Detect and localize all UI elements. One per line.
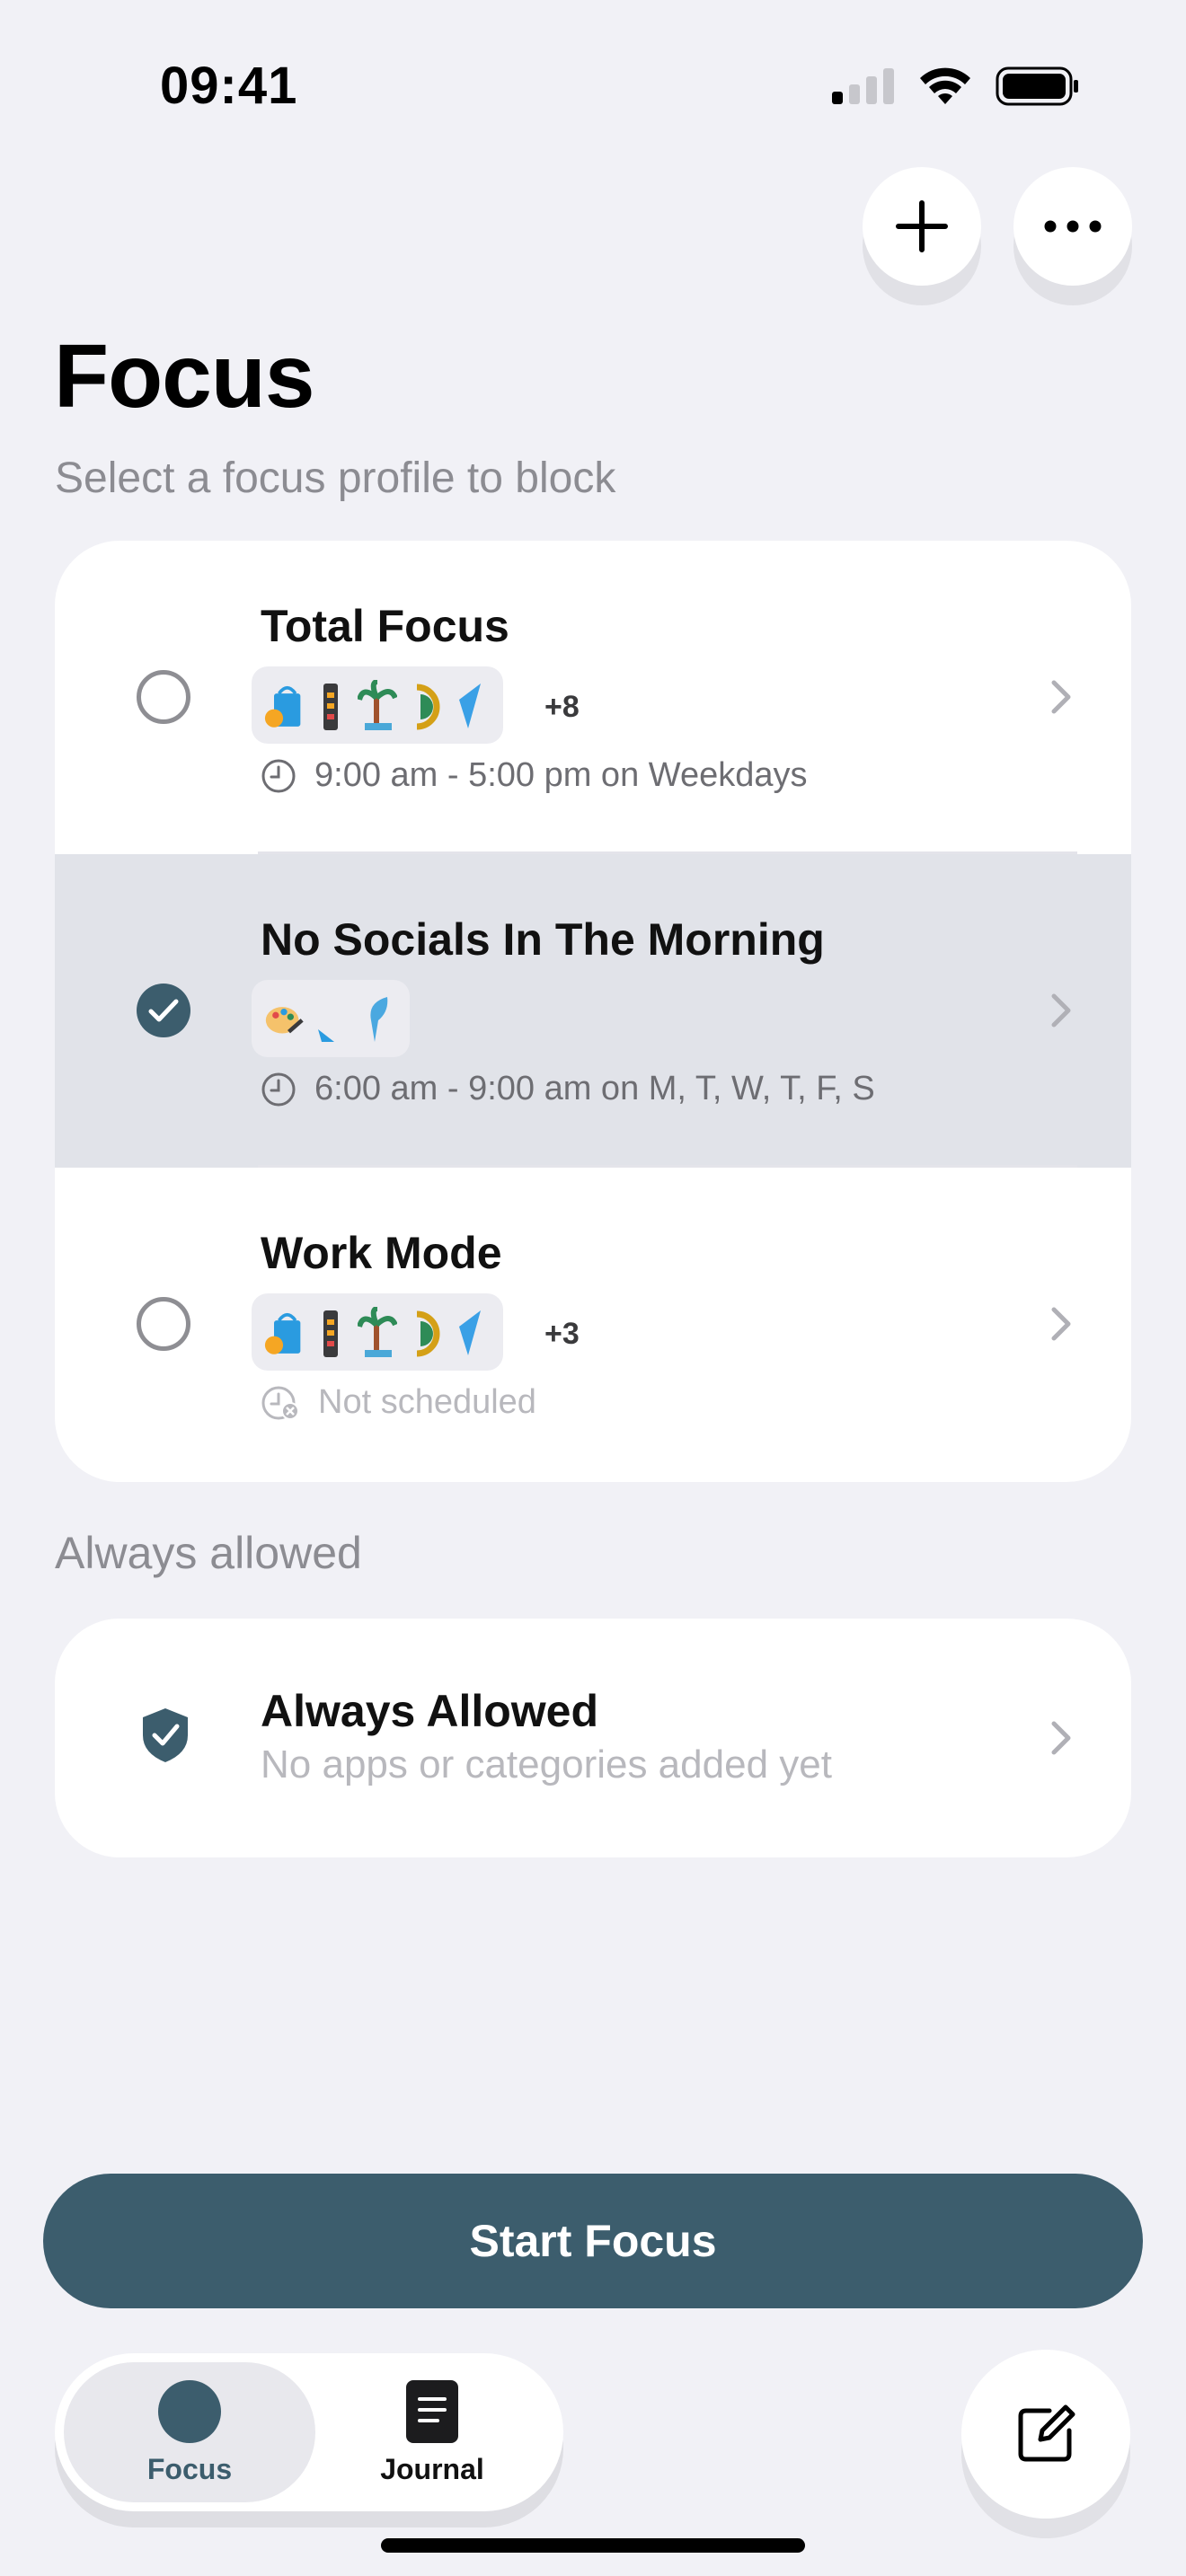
radio-checked[interactable] — [137, 984, 190, 1037]
shield-check-icon — [143, 1708, 188, 1762]
compose-icon — [1018, 2404, 1075, 2462]
chevron-right-icon — [1051, 1307, 1071, 1341]
globe-app-icon — [404, 1307, 444, 1357]
tall-building-app-icon — [311, 680, 350, 730]
checkmark-icon — [148, 999, 179, 1022]
chevron-right-icon — [1051, 993, 1071, 1028]
cellular-signal-icon — [832, 68, 894, 104]
blue-pin-app-icon — [358, 993, 397, 1044]
chevron-right-icon — [1051, 1721, 1071, 1755]
clock-unscheduled-icon — [261, 1386, 299, 1420]
compose-button[interactable] — [961, 2350, 1130, 2519]
focus-circle-icon — [158, 2379, 221, 2443]
blocked-apps-preview — [252, 1293, 503, 1371]
profile-row-work-mode[interactable]: Work Mode +3 Not scheduled — [55, 1168, 1131, 1481]
apps-extra-count: +8 — [544, 690, 580, 724]
profile-schedule: 9:00 am - 5:00 pm on Weekdays — [261, 756, 807, 795]
palm-tree-app-icon — [358, 1307, 397, 1357]
schedule-text: 6:00 am - 9:00 am on M, T, W, T, F, S — [314, 1070, 875, 1107]
chevron-right-icon — [1051, 680, 1071, 714]
clock-icon — [261, 1072, 296, 1106]
profile-name: No Socials In The Morning — [261, 914, 825, 965]
blocked-apps-preview — [252, 666, 503, 744]
radio-unchecked[interactable] — [137, 1297, 190, 1351]
globe-app-icon — [404, 680, 444, 730]
radio-unchecked[interactable] — [137, 670, 190, 724]
palette-app-icon — [264, 993, 304, 1044]
home-indicator — [381, 2538, 805, 2553]
kite-app-icon — [451, 1307, 491, 1357]
tab-label: Focus — [146, 2452, 233, 2485]
always-allowed-title: Always Allowed — [261, 1686, 599, 1736]
wifi-icon — [920, 67, 970, 104]
ellipsis-icon — [1044, 220, 1102, 233]
start-focus-button[interactable]: Start Focus — [43, 2174, 1143, 2308]
focus-profiles-list: Total Focus +8 9:00 am - 5:00 pm on Week… — [55, 541, 1131, 1482]
page-title: Focus — [54, 326, 314, 427]
status-time: 09:41 — [160, 57, 298, 115]
blocked-apps-preview — [252, 980, 410, 1057]
profile-row-total-focus[interactable]: Total Focus +8 9:00 am - 5:00 pm on Week… — [55, 541, 1131, 854]
section-label-always-allowed: Always allowed — [55, 1528, 362, 1578]
tall-building-app-icon — [311, 1307, 350, 1357]
clock-icon — [261, 759, 296, 792]
add-profile-button[interactable] — [863, 167, 981, 286]
schedule-text: 9:00 am - 5:00 pm on Weekdays — [314, 756, 808, 794]
tab-label: Journal — [380, 2452, 484, 2485]
shopping-bag-app-icon — [264, 1307, 304, 1357]
kite-app-icon — [451, 680, 491, 730]
apps-extra-count: +3 — [544, 1317, 580, 1351]
shopping-bag-app-icon — [264, 680, 304, 730]
profile-name: Total Focus — [261, 601, 509, 651]
pink-crescent-app-icon — [311, 993, 350, 1044]
profile-row-no-socials[interactable]: No Socials In The Morning 6:00 am - 9:00… — [55, 854, 1131, 1168]
tab-focus[interactable]: Focus — [64, 2362, 315, 2502]
tab-bar: Focus Journal — [55, 2353, 563, 2511]
always-allowed-row[interactable]: Always Allowed No apps or categories add… — [55, 1619, 1131, 1857]
status-icons — [832, 66, 1080, 106]
more-options-button[interactable] — [1013, 167, 1132, 286]
palm-tree-app-icon — [358, 680, 397, 730]
battery-icon — [996, 66, 1078, 106]
profile-schedule: Not scheduled — [261, 1383, 536, 1422]
tab-journal[interactable]: Journal — [306, 2362, 558, 2502]
journal-icon — [406, 2379, 458, 2443]
profile-schedule: 6:00 am - 9:00 am on M, T, W, T, F, S — [261, 1070, 875, 1108]
page-subtitle: Select a focus profile to block — [55, 454, 616, 502]
plus-icon — [896, 200, 948, 252]
schedule-text: Not scheduled — [318, 1383, 536, 1421]
profile-name: Work Mode — [261, 1228, 502, 1278]
always-allowed-subtitle: No apps or categories added yet — [261, 1742, 832, 1786]
